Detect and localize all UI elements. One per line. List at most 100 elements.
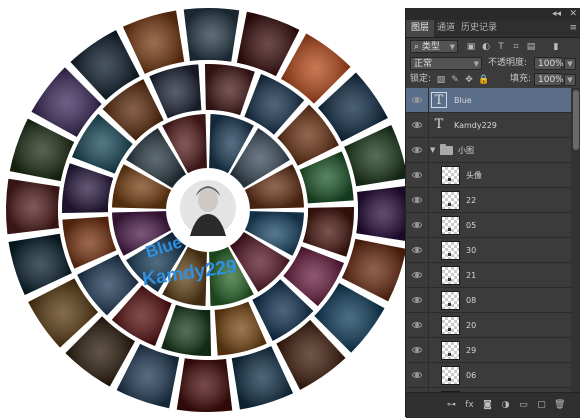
adjustment-layer-icon[interactable]: ◑ (500, 400, 511, 411)
link-layers-icon[interactable]: ⊶ (446, 400, 457, 411)
lock-all-icon[interactable]: 🔒 (478, 75, 489, 85)
eye-icon[interactable] (412, 370, 422, 380)
row-divider (428, 313, 429, 338)
layer-row[interactable]: ▼ 小图 (406, 138, 571, 163)
blend-mode-select[interactable]: 正常 ▼ (410, 57, 482, 70)
layer-row[interactable]: 05 (406, 213, 571, 238)
eye-icon[interactable] (412, 170, 422, 180)
layer-row[interactable]: 22 (406, 188, 571, 213)
collapse-arrows-icon[interactable]: ◂◂ (552, 8, 561, 20)
type-layer-icon: T (434, 117, 444, 132)
new-layer-icon[interactable]: ▢ (536, 400, 547, 411)
layers-scrollbar[interactable] (571, 88, 580, 392)
layer-name: 头像 (466, 171, 482, 180)
tab-history[interactable]: 历史记录 (456, 20, 502, 37)
eye-icon[interactable] (412, 220, 422, 230)
layer-thumbnail (441, 316, 460, 335)
eye-icon[interactable] (412, 95, 422, 105)
row-divider (428, 138, 429, 163)
row-divider (428, 363, 429, 388)
pixel-filter-icon[interactable]: ▣ (466, 42, 476, 52)
thumbnail-mark (448, 353, 451, 356)
eye-icon[interactable] (412, 345, 422, 355)
tab-layers[interactable]: 图层 (406, 20, 435, 37)
layers-list: T Blue T Kamdy229 ▼ 小图头像 22 05 30 21 08 20 29 06 (406, 88, 571, 392)
smart-object-filter-icon[interactable]: ▤ (526, 42, 536, 52)
lock-position-icon[interactable]: ✥ (464, 75, 474, 85)
center-avatar (174, 176, 242, 244)
thumbnail-mark (448, 253, 451, 256)
fx-icon[interactable]: fx (464, 400, 475, 411)
search-icon: ⌕ (414, 42, 420, 52)
layer-name: 06 (466, 371, 477, 380)
fill-label: 填充: (510, 74, 532, 84)
eye-icon[interactable] (412, 320, 422, 330)
filter-kind-label: 类型 (421, 42, 440, 52)
scrollbar-thumb[interactable] (573, 90, 579, 150)
lock-transparent-icon[interactable]: ▨ (436, 75, 446, 85)
layer-name: 20 (466, 321, 477, 330)
thumbnail-mark (448, 378, 451, 381)
fill-field[interactable]: 100% (534, 73, 564, 86)
row-divider (428, 238, 429, 263)
lock-image-icon[interactable]: ✎ (450, 75, 460, 85)
type-filter-icon[interactable]: T (496, 42, 506, 52)
opacity-field[interactable]: 100% (534, 57, 564, 70)
layers-footer: ⊶ fx ◙ ◑ ▭ ▢ 🗑 (406, 392, 580, 418)
eye-icon[interactable] (412, 195, 422, 205)
row-divider (428, 288, 429, 313)
layer-thumbnail (441, 291, 460, 310)
opacity-label: 不透明度: (488, 58, 528, 68)
eye-icon[interactable] (412, 120, 422, 130)
lock-row: 锁定: ▨ ✎ ✥ 🔒 填充: 100% ▼ (406, 73, 580, 87)
filter-row: ⌕ 类型 ▼ ▣ ◐ T ⌗ ▤ ▮ (406, 40, 580, 54)
row-divider (428, 338, 429, 363)
fill-dropdown-icon[interactable]: ▼ (564, 74, 576, 86)
layer-name: Blue (454, 96, 472, 105)
layer-row[interactable]: T Blue (406, 88, 571, 113)
layer-name: 小图 (458, 146, 474, 155)
layer-thumbnail (441, 216, 460, 235)
row-divider (428, 213, 429, 238)
artwork-canvas: Blue Kamdy229 (0, 0, 405, 417)
layer-thumbnail (441, 166, 460, 185)
layer-name: 21 (466, 271, 477, 280)
panel-title-bar: ◂◂ ✕ (406, 8, 580, 20)
add-mask-icon[interactable]: ◙ (482, 400, 493, 411)
close-icon[interactable]: ✕ (569, 8, 577, 20)
layer-row[interactable]: 30 (406, 238, 571, 263)
layer-row[interactable]: T Kamdy229 (406, 113, 571, 138)
shape-filter-icon[interactable]: ⌗ (511, 42, 521, 52)
blend-mode-value: 正常 (414, 59, 433, 69)
outer-ring-photo-shade-15 (5, 178, 60, 235)
thumbnail-mark (448, 203, 451, 206)
eye-icon[interactable] (412, 245, 422, 255)
layer-row[interactable]: 08 (406, 288, 571, 313)
thumbnail-mark (448, 328, 451, 331)
panel-menu-icon[interactable]: ≡ (569, 20, 577, 37)
panel-tabs: 图层 通道 历史记录 ≡ (406, 20, 580, 38)
adjustment-filter-icon[interactable]: ◐ (481, 42, 491, 52)
layer-row[interactable]: 29 (406, 338, 571, 363)
opacity-dropdown-icon[interactable]: ▼ (564, 58, 576, 70)
layer-name: 22 (466, 196, 477, 205)
layer-row[interactable]: 06 (406, 363, 571, 388)
lock-label: 锁定: (410, 74, 432, 84)
expand-group-icon[interactable]: ▼ (430, 138, 435, 163)
layer-thumbnail (441, 241, 460, 260)
type-layer-icon: T (431, 92, 447, 108)
layer-thumbnail (441, 341, 460, 360)
thumbnail-mark (448, 303, 451, 306)
layer-filter-select[interactable]: ⌕ 类型 ▼ (410, 40, 458, 53)
new-group-icon[interactable]: ▭ (518, 400, 529, 411)
eye-icon[interactable] (412, 270, 422, 280)
layer-name: 30 (466, 246, 477, 255)
eye-icon[interactable] (412, 295, 422, 305)
layer-name: 05 (466, 221, 477, 230)
layer-row[interactable]: 20 (406, 313, 571, 338)
layer-row[interactable]: 头像 (406, 163, 571, 188)
eye-icon[interactable] (412, 145, 422, 155)
layer-row[interactable]: 21 (406, 263, 571, 288)
delete-layer-icon[interactable]: 🗑 (554, 400, 565, 411)
filter-toggle-icon[interactable]: ▮ (551, 42, 561, 52)
